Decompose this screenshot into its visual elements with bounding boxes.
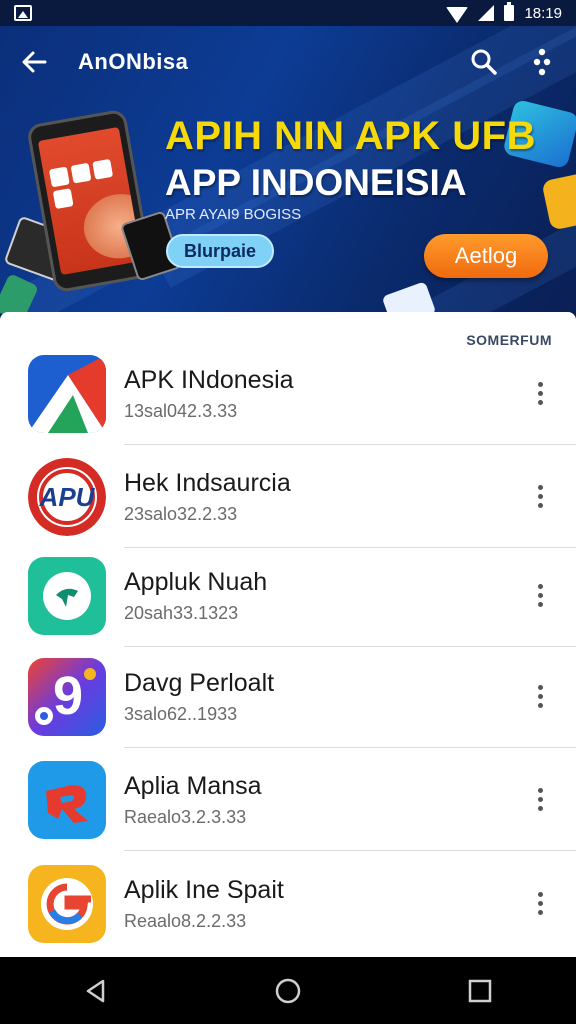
banner-title: APP INDONEISIA xyxy=(165,162,467,203)
apu-logo-icon: APU xyxy=(28,457,106,536)
wifi-icon xyxy=(446,7,469,23)
apk-indonesia-icon xyxy=(28,354,106,433)
banner-primary-button[interactable]: Blurpaie xyxy=(166,234,274,268)
recents-square-icon xyxy=(468,979,492,1002)
home-circle-icon xyxy=(275,978,301,1003)
app-version: 20sah33.1323 xyxy=(124,602,239,623)
colorful-nine-icon: 9 xyxy=(28,657,106,736)
promo-banner: AnONbisa APIH NIN APK UFB APP INDONEISIA… xyxy=(0,26,576,314)
signal-icon xyxy=(478,5,495,21)
battery-icon xyxy=(504,2,515,21)
app-name: Aplia Mansa xyxy=(124,771,262,800)
banner-secondary-button[interactable]: Aetlog xyxy=(424,234,548,278)
app-bar-title: AnONbisa xyxy=(78,49,189,74)
app-name: Appluk Nuah xyxy=(124,567,268,596)
app-name: Hek Indsaurcia xyxy=(124,468,291,497)
svg-text:APU: APU xyxy=(39,482,96,512)
item-more-button[interactable] xyxy=(528,677,552,717)
app-name: Davg Perloalt xyxy=(124,668,275,697)
list-item[interactable]: Aplia Mansa Raealo3.2.3.33 xyxy=(0,748,576,851)
arrow-left-icon xyxy=(22,51,47,73)
app-name: APK INdonesia xyxy=(124,365,294,394)
gallery-icon xyxy=(14,5,32,21)
red-r-icon xyxy=(28,760,106,839)
nav-recents-button[interactable] xyxy=(450,961,510,1021)
list-item[interactable]: 9 Davg Perloalt 3salo62..1933 xyxy=(0,645,576,748)
nav-back-button[interactable] xyxy=(66,961,126,1021)
system-nav-bar xyxy=(0,957,576,1024)
list-item[interactable]: APK INdonesia 13sal042.3.33 xyxy=(0,342,576,445)
search-button[interactable] xyxy=(468,46,500,78)
app-version: 13sal042.3.33 xyxy=(124,400,238,421)
nav-home-button[interactable] xyxy=(258,961,318,1021)
svg-text:9: 9 xyxy=(53,666,83,726)
item-more-button[interactable] xyxy=(528,780,552,820)
green-map-icon xyxy=(28,556,106,635)
floating-card-illustration xyxy=(381,281,437,314)
google-g-icon xyxy=(28,864,106,943)
more-vertical-icon xyxy=(533,48,551,76)
app-bar: AnONbisa xyxy=(0,26,576,98)
list-item[interactable]: APU Hek Indsaurcia 23salo32.2.33 xyxy=(0,445,576,548)
app-version: Reaalo8.2.2.33 xyxy=(124,910,247,931)
app-version: Raealo3.2.3.33 xyxy=(124,806,247,827)
list-item[interactable]: Appluk Nuah 20sah33.1323 xyxy=(0,544,576,647)
app-version: 3salo62..1933 xyxy=(124,703,238,724)
play-tile-illustration xyxy=(541,171,576,231)
list-item[interactable]: Aplik Ine Spait Reaalo8.2.2.33 xyxy=(0,852,576,955)
app-version: 23salo32.2.33 xyxy=(124,503,238,524)
item-more-button[interactable] xyxy=(528,576,552,616)
back-triangle-icon xyxy=(86,979,105,1002)
back-button[interactable] xyxy=(18,46,50,78)
item-more-button[interactable] xyxy=(528,884,552,924)
app-list: SOMERFUM APK INdonesia 13sal042.3.33 APU xyxy=(0,312,576,957)
app-name: Aplik Ine Spait xyxy=(124,875,284,904)
status-bar: 18:19 xyxy=(0,0,576,26)
status-time: 18:19 xyxy=(524,4,562,22)
overflow-menu-button[interactable] xyxy=(526,46,558,78)
search-icon xyxy=(471,49,497,75)
banner-headline: APIH NIN APK UFB xyxy=(165,114,536,158)
item-more-button[interactable] xyxy=(528,477,552,517)
item-more-button[interactable] xyxy=(528,374,552,414)
banner-subtitle: APR AYAI9 BOGISS xyxy=(165,206,302,223)
